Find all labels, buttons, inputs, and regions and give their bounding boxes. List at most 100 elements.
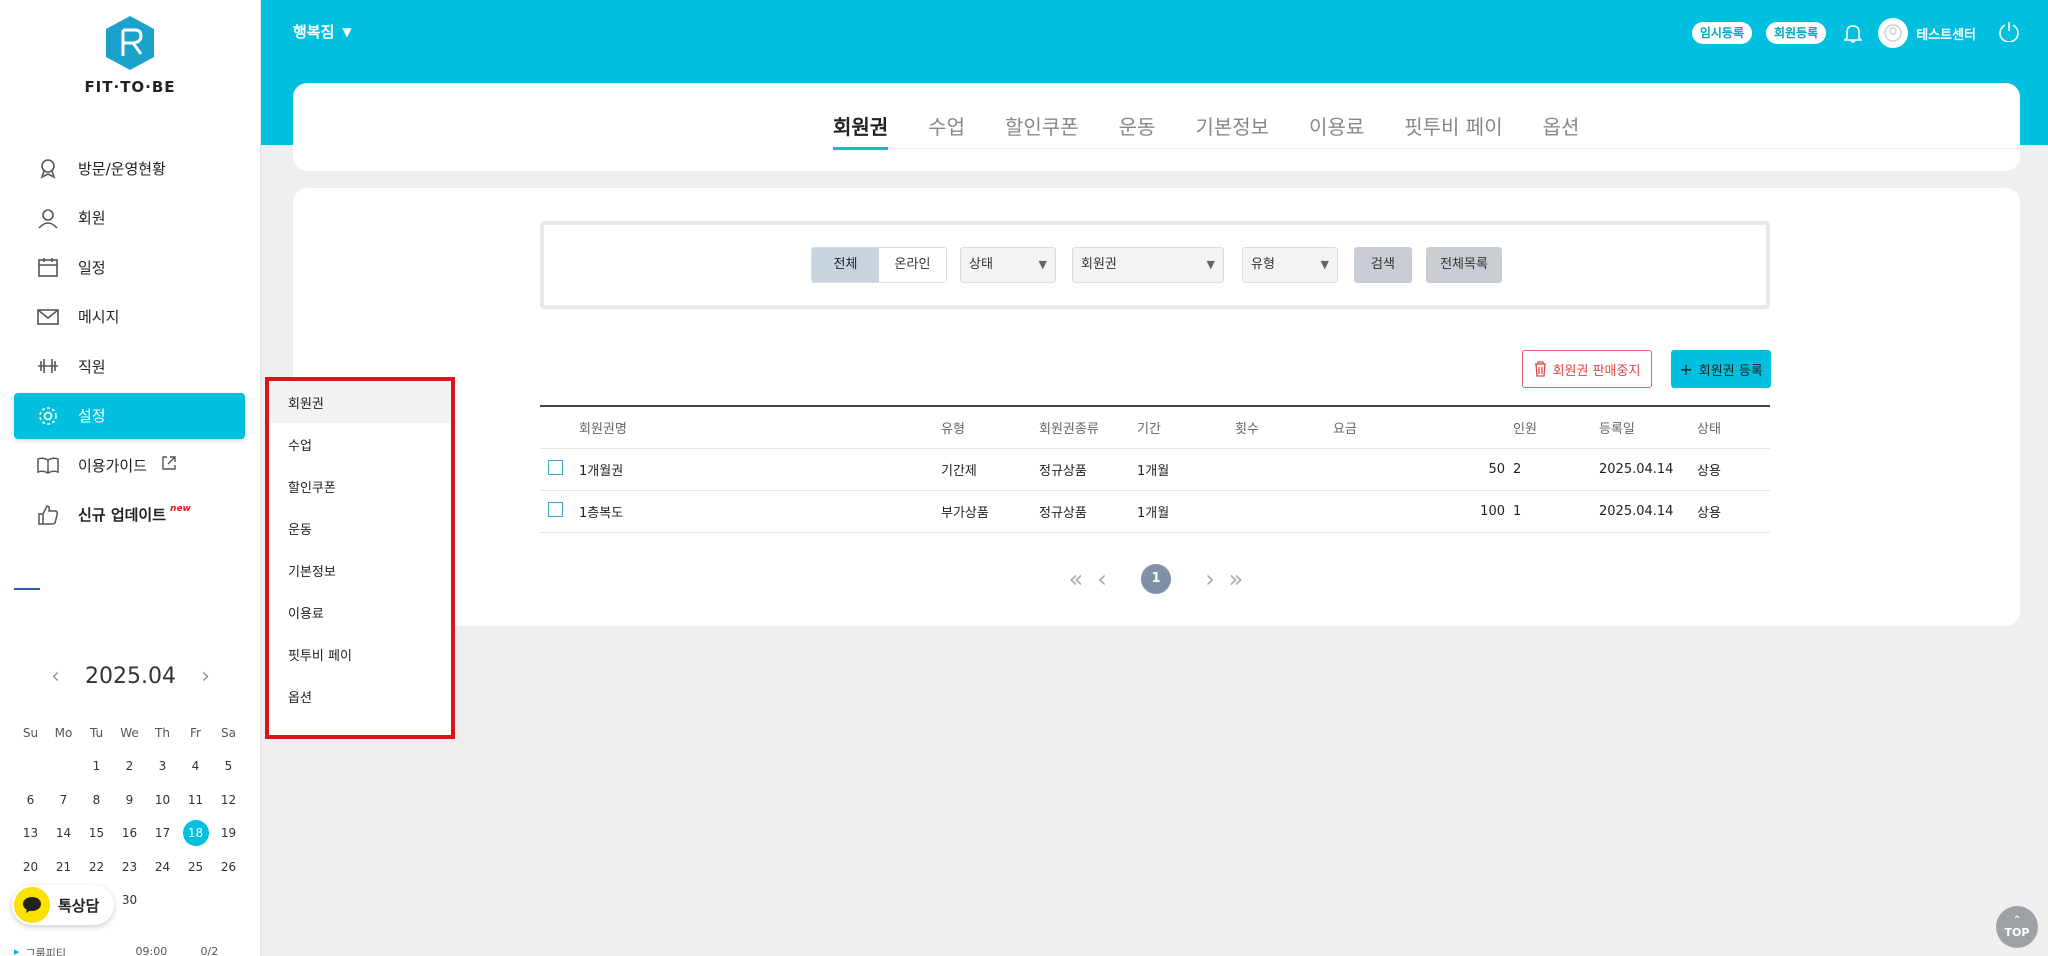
calendar-day[interactable]: 12 xyxy=(212,793,245,807)
tab-1[interactable]: 수업 xyxy=(928,83,965,149)
member-register-button[interactable]: 회원등록 xyxy=(1766,22,1827,44)
membership-table: 회원권명 유형 회원권종류 기간 횟수 요금 인원 등록일 상태 1개월권 기간제 정규상품 1개월 50… xyxy=(540,405,1770,533)
calendar-dow: Mo xyxy=(54,725,73,740)
sidebar-item-label: 직원 xyxy=(78,357,106,376)
chevron-right-icon[interactable]: › xyxy=(1197,565,1223,593)
calendar-day[interactable]: 6 xyxy=(14,793,47,807)
calendar-day[interactable]: 8 xyxy=(80,793,113,807)
search-button[interactable]: 검색 xyxy=(1354,247,1412,283)
calendar-day[interactable]: 16 xyxy=(113,826,146,840)
calendar-day[interactable]: 18 xyxy=(179,820,212,847)
dropdown-item-3[interactable]: 운동 xyxy=(269,507,451,549)
dropdown-item-4[interactable]: 기본정보 xyxy=(269,549,451,591)
kakao-chat-button[interactable]: 톡상담 xyxy=(12,885,114,925)
tab-0[interactable]: 회원권 xyxy=(833,83,889,150)
calendar-day[interactable]: 23 xyxy=(113,860,146,874)
seg-all-button[interactable]: 전체 xyxy=(812,248,879,282)
dropdown-item-7[interactable]: 옵션 xyxy=(269,675,451,717)
calendar-day[interactable]: 9 xyxy=(113,793,146,807)
schedule-name: 그룹피티 xyxy=(25,947,67,956)
calendar-day[interactable]: 19 xyxy=(212,826,245,840)
calendar-day[interactable]: 14 xyxy=(47,826,80,840)
calendar-day[interactable]: 4 xyxy=(179,759,212,773)
calendar-day[interactable]: 26 xyxy=(212,860,245,874)
tab-6[interactable]: 핏투비 페이 xyxy=(1404,83,1502,149)
calendar-dow: Fr xyxy=(190,725,201,740)
seg-online-button[interactable]: 온라인 xyxy=(879,248,946,282)
row-checkbox[interactable] xyxy=(548,460,563,475)
table-cell: 1개월권 xyxy=(579,464,624,479)
calendar-day[interactable]: 24 xyxy=(146,860,179,874)
calendar-week: 20 21 22 23 24 25 26 xyxy=(14,850,245,884)
calendar-day[interactable]: 25 xyxy=(179,860,212,874)
add-membership-button[interactable]: + 회원권 등록 xyxy=(1671,350,1771,388)
calendar-day[interactable]: 2 xyxy=(113,759,146,773)
dropdown-item-1[interactable]: 수업 xyxy=(269,423,451,465)
double-chevron-right-icon[interactable]: » xyxy=(1223,565,1249,593)
avatar[interactable] xyxy=(1878,18,1909,48)
new-badge: new xyxy=(170,503,191,514)
table-cell: 기간제 xyxy=(941,464,977,479)
table-row[interactable]: 1개월권 기간제 정규상품 1개월 50 2 2025.04.14 상용 xyxy=(540,449,1770,491)
calendar-day[interactable]: 22 xyxy=(80,860,113,874)
sidebar-item-settings[interactable]: 설정 xyxy=(14,392,245,439)
sidebar-item-staff[interactable]: 직원 xyxy=(14,343,245,389)
dropdown-item-0[interactable]: 회원권 xyxy=(269,381,451,423)
calendar-day[interactable]: 21 xyxy=(47,860,80,874)
calendar-day[interactable]: 5 xyxy=(212,759,245,773)
dropdown-item-2[interactable]: 할인쿠폰 xyxy=(269,465,451,507)
tab-3[interactable]: 운동 xyxy=(1119,83,1156,149)
sidebar-item-guide[interactable]: 이용가이드 xyxy=(14,442,245,488)
calendar-day[interactable]: 30 xyxy=(113,893,146,907)
user-name[interactable]: 테스트센터 xyxy=(1916,24,1976,43)
chevron-right-icon[interactable]: › xyxy=(186,664,226,689)
sidebar-nav: 방문/운영현황 회원 일정 메시지 직원 설정 이용가이드 신규 업데이트 ne… xyxy=(14,145,245,541)
sidebar-item-dashboard[interactable]: 방문/운영현황 xyxy=(14,145,245,191)
header-actions: 임시등록 회원등록 테스트센터 xyxy=(1691,18,2020,48)
calendar-day[interactable]: 17 xyxy=(146,826,179,840)
brand-logo[interactable]: FIT·TO·BE xyxy=(83,14,177,96)
power-icon[interactable] xyxy=(1998,20,2020,46)
page-number[interactable]: 1 xyxy=(1141,564,1171,594)
sidebar-item-updates[interactable]: 신규 업데이트 new xyxy=(14,492,245,538)
stop-sale-button[interactable]: 회원권 판매중지 xyxy=(1522,350,1652,388)
calendar-today[interactable]: 18 xyxy=(182,820,209,847)
sidebar-item-members[interactable]: 회원 xyxy=(14,195,245,241)
scroll-top-button[interactable]: ⌃ TOP xyxy=(1996,906,2038,948)
calendar-day[interactable]: 3 xyxy=(146,759,179,773)
status-select-value: 상태 xyxy=(969,257,993,272)
sidebar-item-label: 이용가이드 xyxy=(78,456,148,475)
chevron-left-icon[interactable]: ‹ xyxy=(36,664,76,689)
dropdown-item-6[interactable]: 핏투비 페이 xyxy=(269,633,451,675)
membership-select[interactable]: 회원권 ▼ xyxy=(1072,247,1224,283)
sidebar-item-messages[interactable]: 메시지 xyxy=(14,294,245,340)
type-select[interactable]: 유형 ▼ xyxy=(1242,247,1338,283)
tab-2[interactable]: 할인쿠폰 xyxy=(1005,83,1079,149)
plus-icon: + xyxy=(1679,359,1693,379)
calendar-day[interactable]: 13 xyxy=(14,826,47,840)
double-chevron-left-icon[interactable]: « xyxy=(1063,565,1089,593)
calendar-day[interactable]: 10 xyxy=(146,793,179,807)
dropdown-item-5[interactable]: 이용료 xyxy=(269,591,451,633)
calendar-day[interactable]: 1 xyxy=(80,759,113,773)
gym-selector[interactable]: 행복짐 ▼ xyxy=(293,21,352,42)
bell-icon[interactable] xyxy=(1844,23,1863,43)
list-all-button[interactable]: 전체목록 xyxy=(1426,247,1502,283)
chevron-left-icon[interactable]: ‹ xyxy=(1089,565,1115,593)
status-select[interactable]: 상태 ▼ xyxy=(960,247,1056,283)
tab-7[interactable]: 옵션 xyxy=(1543,83,1580,149)
row-checkbox[interactable] xyxy=(548,502,563,517)
calendar-day[interactable]: 11 xyxy=(179,793,212,807)
table-row[interactable]: 1층복도 부가상품 정규상품 1개월 100 1 2025.04.14 상용 xyxy=(540,491,1770,533)
tab-4[interactable]: 기본정보 xyxy=(1195,83,1269,149)
temp-register-button[interactable]: 임시등록 xyxy=(1691,22,1753,44)
caret-down-icon: ▼ xyxy=(1038,258,1047,271)
table-cell: 2 xyxy=(1513,462,1522,477)
sidebar-item-schedule[interactable]: 일정 xyxy=(14,244,245,290)
schedule-peek[interactable]: ▸ 그룹피티 09:00 0/2 xyxy=(14,945,245,956)
tab-5[interactable]: 이용료 xyxy=(1309,83,1364,149)
column-header: 회원권명 xyxy=(579,422,627,437)
calendar-day[interactable]: 15 xyxy=(80,826,113,840)
calendar-day[interactable]: 7 xyxy=(47,793,80,807)
calendar-day[interactable]: 20 xyxy=(14,860,47,874)
